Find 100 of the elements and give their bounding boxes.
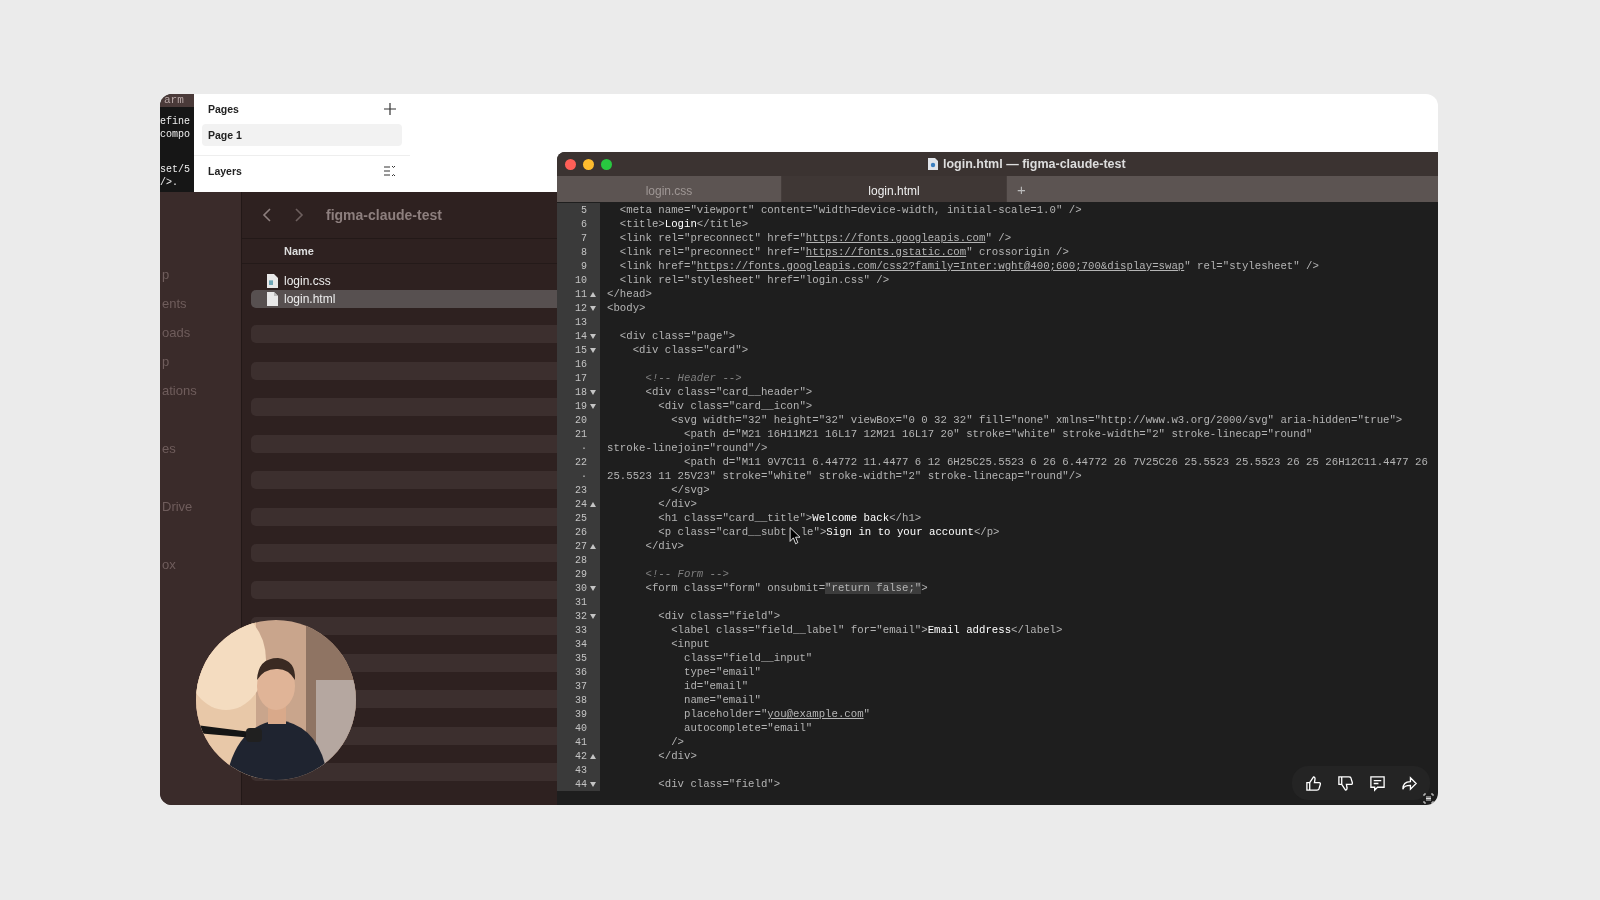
line-number: 15 <box>575 344 587 356</box>
terminal-output-line: set/5 <box>160 163 191 176</box>
plus-icon[interactable] <box>384 103 396 115</box>
line-number: 42 <box>575 750 587 762</box>
fold-icon[interactable] <box>589 542 597 550</box>
speech-bubble-icon <box>1368 774 1386 792</box>
code-line: <div class="card__header"> <box>644 385 813 399</box>
scan-icon[interactable] <box>1423 793 1434 804</box>
close-button[interactable] <box>565 158 576 170</box>
line-number: 27 <box>575 540 587 552</box>
code-line: 25.5523 11 25V23" stroke="white" stroke-width="2" stroke-linecap="round"/> <box>607 469 1082 483</box>
code-line: <div class="field"> <box>657 777 781 791</box>
minimize-button[interactable] <box>583 158 594 170</box>
code-line: id="email" <box>682 679 749 693</box>
line-number: 31 <box>575 596 587 608</box>
line-number: 32 <box>575 610 587 622</box>
line-number: 7 <box>581 232 587 244</box>
line-number: 28 <box>575 554 587 566</box>
line-number: 25 <box>575 512 587 524</box>
line-number: 21 <box>575 428 587 440</box>
code-line: <div class="page"> <box>618 329 736 343</box>
line-number: 9 <box>581 260 587 272</box>
line-number: 10 <box>575 274 587 286</box>
code-line: </div> <box>657 497 697 511</box>
line-number: 13 <box>575 316 587 328</box>
code-line: <div class="card"> <box>631 343 749 357</box>
folder-title: figma-claude-test <box>326 207 442 223</box>
file-row[interactable]: login.html <box>251 290 557 308</box>
code-line: <title>Login</title> <box>618 217 749 231</box>
code-line: stroke-linejoin="round"/> <box>607 441 768 455</box>
terminal-output-line: efine <box>160 115 191 128</box>
code-line: <path d="M21 16H11M21 16L17 12M21 16L17 20" stroke="white" stroke-width="2" stroke-linecap="round" <box>682 427 1313 441</box>
fold-icon[interactable] <box>589 612 597 620</box>
fold-icon[interactable] <box>589 780 597 788</box>
zoom-button[interactable] <box>601 158 612 170</box>
panel-title: Layers <box>208 165 242 177</box>
code-line: name="email" <box>682 693 761 707</box>
line-number: 18 <box>575 386 587 398</box>
code-line: <div class="field"> <box>657 609 781 623</box>
fold-icon[interactable] <box>589 500 597 508</box>
column-header[interactable]: Name <box>284 245 314 257</box>
code-line: placeholder="you@example.com" <box>682 707 870 721</box>
document-icon <box>267 292 278 306</box>
line-number: · <box>581 470 587 482</box>
code-line: <form class="form" onsubmit="return false;"> <box>644 581 928 595</box>
line-number: 16 <box>575 358 587 370</box>
code-line: <label class="field__label" for="email">Email address</label> <box>670 623 1063 637</box>
line-number: 39 <box>575 708 587 720</box>
code-line: class="field__input" <box>682 651 813 665</box>
line-number: · <box>581 442 587 454</box>
terminal-output-line: />. <box>160 176 179 189</box>
code-line: </div> <box>657 749 697 763</box>
document-icon <box>928 158 938 170</box>
line-number: 30 <box>575 582 587 594</box>
list-icon[interactable] <box>384 165 396 177</box>
new-tab-button[interactable]: + <box>1009 176 1034 202</box>
code-line: /> <box>670 735 684 749</box>
terminal-output-line: compo <box>160 128 191 141</box>
line-number: 37 <box>575 680 587 692</box>
line-number: 19 <box>575 400 587 412</box>
code-line: </head> <box>607 287 652 301</box>
line-number: 35 <box>575 652 587 664</box>
code-line: le">Sign in to your account</p> <box>800 525 1000 539</box>
line-number: 6 <box>581 218 587 230</box>
page-item[interactable]: Page 1 <box>202 124 402 146</box>
share-arrow-icon <box>1400 774 1418 792</box>
editor-tab[interactable]: login.html <box>782 176 1007 202</box>
line-number: 33 <box>575 624 587 636</box>
code-line: <path d="M11 9V7C11 6.44772 11.4477 6 12 6H25C25.5523 6 26 6.44772 26 7V25C26 25.5523 25.5523 26 25 26H12C11.4477 26 <box>682 455 1428 469</box>
code-line: <input <box>670 637 710 651</box>
file-row[interactable]: login.css <box>251 272 557 290</box>
line-number: 36 <box>575 666 587 678</box>
line-number: 44 <box>575 778 587 790</box>
mouse-cursor-icon <box>789 527 800 545</box>
code-line: type="email" <box>682 665 761 679</box>
line-number: 40 <box>575 722 587 734</box>
document-icon <box>267 274 278 288</box>
code-line: <body> <box>607 301 646 315</box>
line-number: 23 <box>575 484 587 496</box>
fold-icon[interactable] <box>589 584 597 592</box>
line-number: 22 <box>575 456 587 468</box>
line-number: 34 <box>575 638 587 650</box>
code-line: autocomplete="email" <box>682 721 813 735</box>
line-number: 29 <box>575 568 587 580</box>
code-line: <link rel="preconnect" href="https://fonts.gstatic.com" crossorigin /> <box>618 245 1069 259</box>
terminal-title: arm <box>160 94 194 107</box>
line-number: 26 <box>575 526 587 538</box>
line-number: 11 <box>575 288 587 300</box>
code-line: </div> <box>644 539 684 553</box>
window-title: login.html — figma-claude-test <box>943 157 1126 171</box>
code-line: <p class="card__subt <box>657 525 787 539</box>
code-line: <link rel="preconnect" href="https://fonts.googleapis.com" /> <box>618 231 1012 245</box>
code-line: <h1 class="card__title">Welcome back</h1> <box>657 511 922 525</box>
line-number: 38 <box>575 694 587 706</box>
fold-icon[interactable] <box>589 752 597 760</box>
thumbs-down-icon <box>1336 774 1354 792</box>
line-number: 14 <box>575 330 587 342</box>
code-line: <!-- Form --> <box>644 567 729 581</box>
line-number: 12 <box>575 302 587 314</box>
line-number: 17 <box>575 372 587 384</box>
